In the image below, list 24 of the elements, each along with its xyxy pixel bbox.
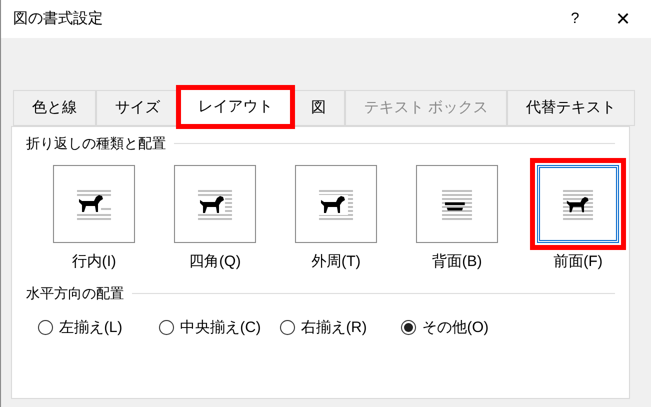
- tab[interactable]: サイズ: [96, 90, 179, 126]
- tab[interactable]: レイアウト: [179, 88, 292, 126]
- radio-label: 右揃え(R): [301, 318, 367, 338]
- radio-label: 左揃え(L): [59, 318, 122, 338]
- wrap-option-label: 外周(T): [311, 252, 361, 272]
- section-title: 水平方向の配置: [26, 284, 124, 302]
- radio-label: その他(O): [422, 318, 489, 338]
- tab[interactable]: 図: [292, 90, 345, 126]
- tab[interactable]: 色と線: [13, 90, 96, 126]
- close-button[interactable]: ✕: [595, 6, 651, 32]
- radio-button[interactable]: [280, 320, 295, 336]
- radio-button[interactable]: [159, 320, 174, 336]
- radio-button[interactable]: [401, 320, 416, 336]
- wrap-option-label: 四角(Q): [189, 252, 241, 272]
- window-title: 図の書式設定: [13, 8, 104, 29]
- tab[interactable]: 代替テキスト: [507, 90, 636, 126]
- wrap-option-label: 行内(I): [72, 252, 116, 272]
- section-title: 折り返しの種類と配置: [26, 134, 166, 153]
- wrap-option-label: 前面(F): [553, 252, 603, 272]
- wrap-option-label: 背面(B): [432, 252, 482, 272]
- radio-button[interactable]: [38, 320, 53, 336]
- radio-label: 中央揃え(C): [180, 318, 261, 338]
- wrap-option[interactable]: [530, 158, 626, 250]
- help-button[interactable]: ?: [555, 8, 595, 30]
